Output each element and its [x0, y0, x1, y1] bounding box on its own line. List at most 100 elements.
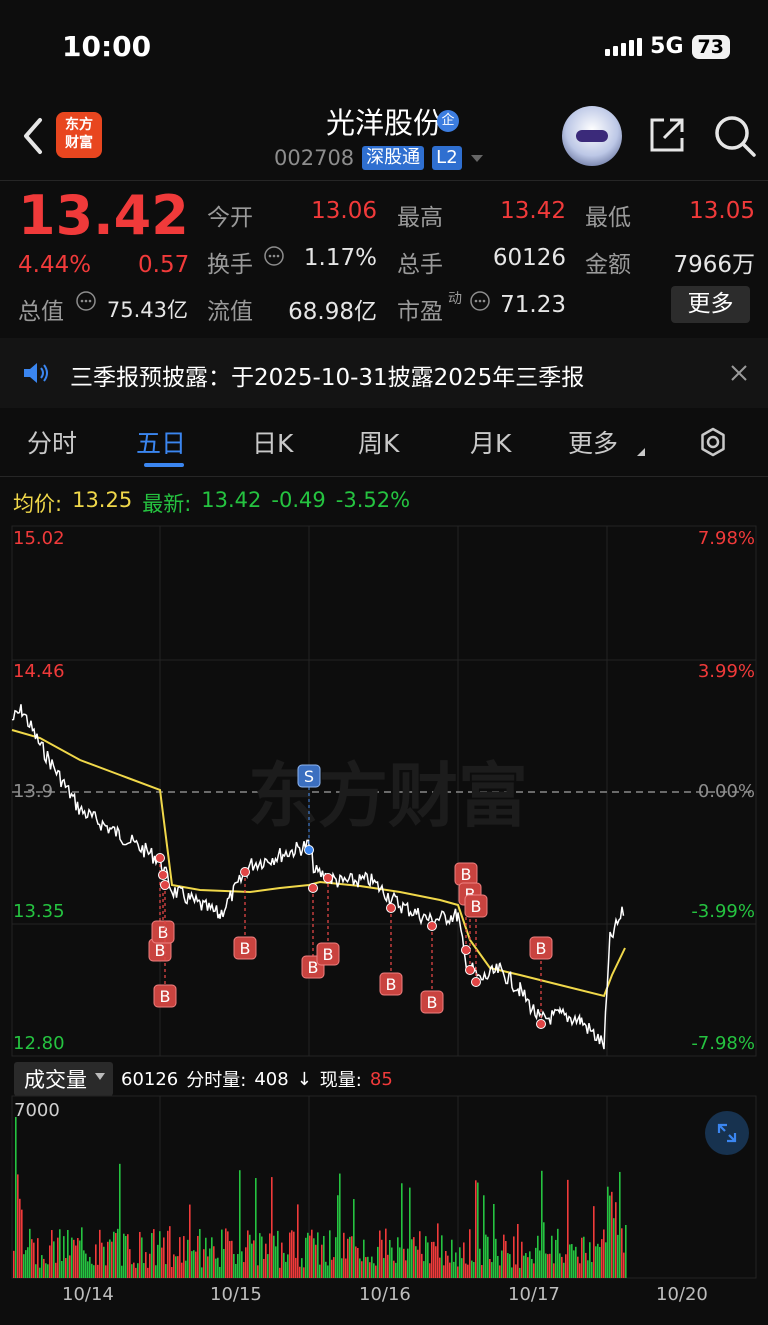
volume-bar — [307, 1232, 309, 1278]
volume-bar — [435, 1246, 437, 1278]
volume-bar — [287, 1254, 289, 1278]
volume-bar — [515, 1264, 517, 1278]
volume-bar — [571, 1244, 573, 1278]
volume-bar — [205, 1237, 207, 1278]
volume-bar — [331, 1259, 333, 1278]
volume-bar — [125, 1236, 127, 1278]
volume-bar — [321, 1244, 323, 1278]
price-chart[interactable]: 东方财富 BBBBBBBBBBBBS — [0, 520, 768, 1060]
volume-bar — [573, 1250, 575, 1278]
buy-point-dot — [386, 903, 396, 913]
volume-bar — [265, 1243, 267, 1278]
volume-bar — [117, 1228, 119, 1278]
volume-bar — [553, 1263, 555, 1278]
volume-bar — [603, 1229, 605, 1278]
volume-bar — [107, 1241, 109, 1278]
volume-bar — [583, 1236, 585, 1278]
volume-bar — [143, 1263, 145, 1278]
volume-bar — [613, 1218, 615, 1278]
close-icon[interactable] — [728, 362, 750, 384]
volume-bar — [493, 1203, 495, 1278]
volume-bar — [567, 1179, 569, 1278]
tab-fenshi[interactable]: 分时 — [27, 424, 77, 460]
chevron-down-icon — [470, 155, 483, 162]
volume-bar — [355, 1246, 357, 1278]
buy-marker-label: B — [323, 945, 334, 964]
y-axis-right-3: -3.99% — [691, 901, 755, 922]
volume-bar — [393, 1260, 395, 1278]
high-value: 13.42 — [500, 198, 566, 224]
volume-bar — [173, 1254, 175, 1278]
volume-bar — [257, 1265, 259, 1278]
volume-bar — [121, 1265, 123, 1278]
assistant-robot-icon[interactable] — [562, 106, 622, 166]
volume-bar — [89, 1256, 91, 1278]
volume-bar — [511, 1267, 513, 1278]
dropdown-caret-icon — [95, 1073, 105, 1080]
volume-bar — [115, 1233, 117, 1278]
volume-bar — [619, 1171, 621, 1278]
volume-bar — [233, 1254, 235, 1278]
gear-icon[interactable] — [697, 426, 729, 458]
volume-bar — [581, 1237, 583, 1278]
volume-bar — [499, 1265, 501, 1278]
volume-bar — [231, 1240, 233, 1278]
tab-more[interactable]: 更多 — [568, 424, 618, 460]
search-icon[interactable] — [713, 114, 757, 158]
volume-bar — [489, 1258, 491, 1278]
volume-bar — [255, 1178, 257, 1278]
volume-bar — [351, 1236, 353, 1278]
volume-bar — [207, 1256, 209, 1278]
volume-bar — [39, 1267, 41, 1278]
indicator-select[interactable]: 成交量 — [14, 1062, 113, 1096]
volume-chart[interactable] — [0, 1094, 768, 1280]
volume-bar — [559, 1253, 561, 1278]
volume-bar — [479, 1248, 481, 1278]
volume-bar — [381, 1239, 383, 1278]
volume-bar — [299, 1266, 301, 1278]
volume-bar — [105, 1265, 107, 1278]
volume-bar — [219, 1266, 221, 1278]
volume-bar — [149, 1253, 151, 1278]
volume-bar — [519, 1267, 521, 1278]
volume-bar — [73, 1239, 75, 1278]
volume-bar — [521, 1241, 523, 1278]
volume-bar — [461, 1258, 463, 1278]
expand-button[interactable] — [705, 1111, 749, 1155]
volume-bar — [587, 1260, 589, 1278]
volume-bar — [585, 1252, 587, 1278]
volume-bar — [187, 1239, 189, 1278]
volume-bar — [457, 1266, 459, 1278]
volume-axis-max: 7000 — [14, 1100, 60, 1121]
volume-bar — [371, 1256, 373, 1278]
volume-bar — [503, 1234, 505, 1278]
volume-bar — [247, 1230, 249, 1278]
volume-bar — [507, 1253, 509, 1278]
volume-bar — [303, 1267, 305, 1278]
volume-bar — [387, 1254, 389, 1278]
mktcap-value: 75.43亿 — [106, 298, 188, 322]
volume-bar — [349, 1236, 351, 1278]
fenshi-value: 408 — [254, 1068, 289, 1090]
volume-bar — [487, 1236, 489, 1278]
tab-monthly-k[interactable]: 月K — [470, 424, 511, 460]
tab-daily-k[interactable]: 日K — [252, 424, 293, 460]
stock-subtitle[interactable]: 002708 深股通 L2 — [274, 146, 484, 170]
volume-bar — [539, 1250, 541, 1278]
volume-bar — [263, 1258, 265, 1278]
info-icon[interactable] — [75, 290, 97, 312]
share-icon[interactable] — [646, 114, 688, 156]
volume-bar — [191, 1251, 193, 1278]
volume-bar — [621, 1228, 623, 1278]
tab-five-day[interactable]: 五日 — [136, 424, 186, 460]
volume-bar — [163, 1237, 165, 1278]
volume-bar — [595, 1246, 597, 1278]
chart-legend: 均价: 13.25 最新: 13.42 -0.49 -3.52% — [13, 488, 410, 518]
volume-bar — [111, 1241, 113, 1278]
volume-bar — [329, 1230, 331, 1278]
tab-weekly-k[interactable]: 周K — [358, 424, 399, 460]
volume-bar — [455, 1252, 457, 1278]
more-button[interactable]: 更多 — [671, 286, 750, 323]
volume-bar — [243, 1262, 245, 1278]
volume-bar — [365, 1257, 367, 1278]
